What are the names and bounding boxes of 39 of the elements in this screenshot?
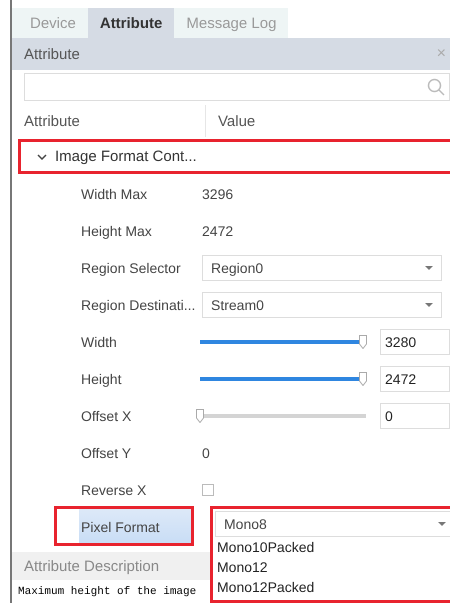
group-row[interactable]: Image Format Cont... <box>18 139 450 174</box>
panel-title: Attribute <box>24 46 80 62</box>
attribute-value: 3296 <box>202 186 234 202</box>
attribute-label: Reverse X <box>80 480 148 500</box>
attribute-label: Width <box>80 332 118 352</box>
attribute-label: Offset Y <box>80 444 132 462</box>
number-field[interactable]: 2472 <box>380 366 450 392</box>
slider-thumb[interactable] <box>196 408 204 422</box>
attribute-value: 2472 <box>202 222 234 238</box>
column-header: Value <box>217 112 256 130</box>
attribute-label: Offset X <box>80 406 132 426</box>
chevron-icon <box>37 154 47 160</box>
dropdown-option[interactable]: Mono12 <box>215 557 450 577</box>
section-title: Attribute Description <box>24 558 160 574</box>
tab[interactable]: Attribute <box>88 8 174 38</box>
dropdown[interactable]: Mono8 <box>215 511 450 537</box>
caret-icon <box>438 522 446 526</box>
number-field[interactable]: 3280 <box>380 328 450 354</box>
description-text: Maximum height of the image <box>18 586 196 598</box>
attribute-value: 0 <box>202 444 210 460</box>
number-field[interactable]: 0 <box>380 402 450 428</box>
caret-icon <box>425 302 433 306</box>
slider-thumb[interactable] <box>358 372 367 386</box>
dropdown[interactable]: Region0 <box>202 254 442 280</box>
checkbox[interactable] <box>202 484 214 496</box>
search-field[interactable] <box>24 73 450 101</box>
column-header: Attribute <box>12 105 206 137</box>
attribute-label: Region Selector <box>80 258 182 278</box>
attribute-label: Height Max <box>80 222 153 241</box>
attribute-label: Width Max <box>80 184 148 204</box>
slider-thumb[interactable] <box>358 334 367 348</box>
dropdown-option[interactable]: Mono12Packed <box>215 577 450 597</box>
dropdown[interactable]: Stream0 <box>202 292 442 318</box>
dropdown-option[interactable]: Mono10Packed <box>215 537 450 557</box>
attribute-label: Region Destinati... <box>80 296 192 315</box>
attribute-label: Pixel Format <box>79 508 192 545</box>
search-icon <box>427 78 445 96</box>
attribute-label: Height <box>80 370 122 389</box>
caret-icon <box>425 266 433 270</box>
